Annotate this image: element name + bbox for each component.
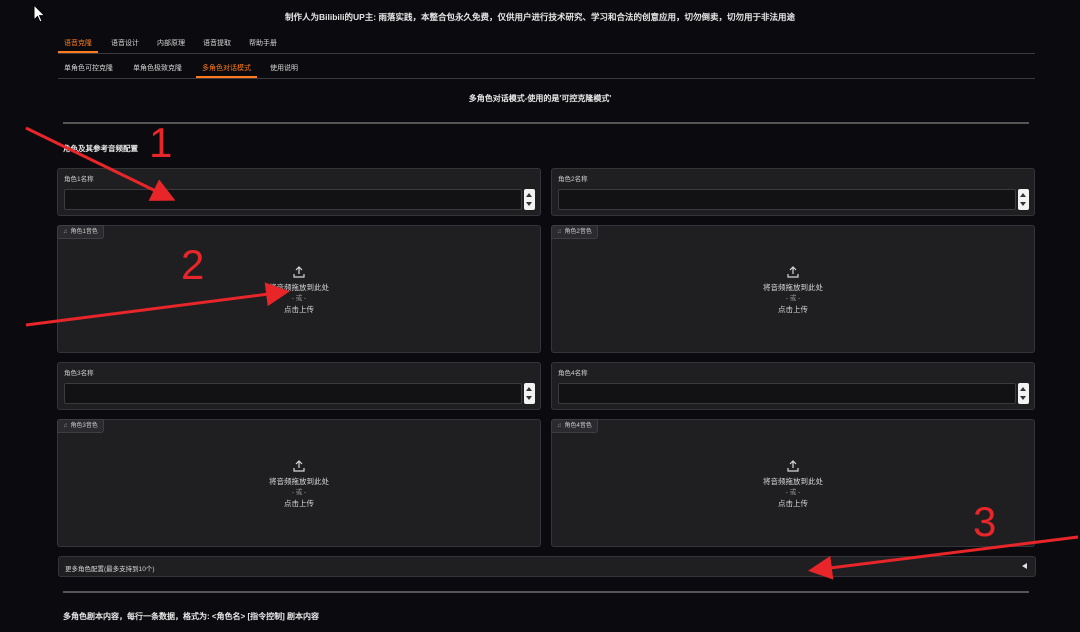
more-roles-label: 更多角色配置(最多支持到10个)	[65, 566, 155, 573]
role3-audio-upload[interactable]: ♫ 角色3音色 将音频拖放到此处 - 或 - 点击上传	[57, 419, 541, 547]
role1-audio-label: 角色1音色	[70, 229, 98, 235]
music-note-icon: ♫	[63, 229, 68, 235]
role1-name-label: 角色1名称	[64, 176, 94, 183]
role3-audio-label: 角色3音色	[70, 423, 98, 429]
music-note-icon: ♫	[63, 423, 68, 429]
click-upload-text[interactable]: 点击上传	[552, 498, 1034, 510]
or-text: - 或 -	[291, 489, 307, 496]
role4-audio-upload[interactable]: ♫ 角色4音色 将音频拖放到此处 - 或 - 点击上传	[551, 419, 1035, 547]
disclaimer-text: 制作人为Bilibili的UP主: 雨落实践，本整合包永久免费，仅供用户进行技术…	[284, 12, 795, 22]
music-note-icon: ♫	[557, 423, 562, 429]
tab-voice-design[interactable]: 语音设计	[105, 38, 145, 53]
role-config-label: 角色及其参考音频配置	[63, 144, 138, 153]
drop-text: 将音频拖放到此处	[763, 283, 823, 292]
role1-audio-tag: ♫ 角色1音色	[57, 225, 104, 239]
arrow-up-icon[interactable]	[1020, 387, 1026, 391]
tab-voice-clone[interactable]: 语音克隆	[58, 38, 98, 53]
role3-audio-tag: ♫ 角色3音色	[57, 419, 104, 433]
tab-single-controllable-clone[interactable]: 单角色可控克隆	[58, 63, 119, 78]
tab-multi-role-dialogue[interactable]: 多角色对话模式	[196, 63, 257, 78]
role1-name-panel: 角色1名称	[57, 168, 541, 216]
role3-name-label: 角色3名称	[64, 370, 94, 377]
tab-help-manual[interactable]: 帮助手册	[243, 38, 283, 53]
or-text: - 或 -	[785, 295, 801, 302]
role4-name-input[interactable]	[558, 383, 1016, 404]
role4-audio-label: 角色4音色	[564, 423, 592, 429]
role2-name-input[interactable]	[558, 189, 1016, 210]
role2-audio-tag: ♫ 角色2音色	[551, 225, 598, 239]
divider	[63, 122, 1029, 124]
arrow-up-icon[interactable]	[1020, 193, 1026, 197]
script-content-label: 多角色剧本内容，每行一条数据，格式为: <角色名> [指令控制] 剧本内容	[63, 612, 320, 621]
role3-name-panel: 角色3名称	[57, 362, 541, 410]
or-text: - 或 -	[291, 295, 307, 302]
arrow-down-icon[interactable]	[526, 396, 532, 400]
drop-text: 将音频拖放到此处	[269, 477, 329, 486]
role1-name-input[interactable]	[64, 189, 522, 210]
section-title: 多角色对话模式-使用的是'可控克隆模式'	[468, 94, 612, 103]
click-upload-text[interactable]: 点击上传	[58, 304, 540, 316]
arrow-down-icon[interactable]	[526, 202, 532, 206]
role3-name-scroll-stepper[interactable]	[524, 383, 535, 404]
role2-name-scroll-stepper[interactable]	[1018, 189, 1029, 210]
sub-tab-bar: 单角色可控克隆 单角色极致克隆 多角色对话模式 使用说明	[58, 60, 1035, 79]
tab-usage-instructions[interactable]: 使用说明	[264, 63, 304, 78]
upload-dropzone[interactable]: 将音频拖放到此处 - 或 - 点击上传	[552, 460, 1034, 510]
role4-name-label: 角色4名称	[558, 370, 588, 377]
divider	[63, 591, 1029, 593]
click-upload-text[interactable]: 点击上传	[552, 304, 1034, 316]
main-tab-bar: 语音克隆 语音设计 内部原理 语音提取 帮助手册	[58, 35, 1035, 54]
caret-left-icon[interactable]	[1022, 563, 1027, 569]
drop-text: 将音频拖放到此处	[269, 283, 329, 292]
role2-name-label: 角色2名称	[558, 176, 588, 183]
upload-icon	[787, 460, 799, 472]
role4-name-panel: 角色4名称	[551, 362, 1035, 410]
role1-name-scroll-stepper[interactable]	[524, 189, 535, 210]
click-upload-text[interactable]: 点击上传	[58, 498, 540, 510]
drop-text: 将音频拖放到此处	[763, 477, 823, 486]
upload-dropzone[interactable]: 将音频拖放到此处 - 或 - 点击上传	[58, 460, 540, 510]
upload-dropzone[interactable]: 将音频拖放到此处 - 或 - 点击上传	[58, 266, 540, 316]
upload-icon	[293, 460, 305, 472]
tab-internals[interactable]: 内部原理	[151, 38, 191, 53]
role2-audio-label: 角色2音色	[564, 229, 592, 235]
upload-icon	[293, 266, 305, 278]
annotation-number: 2	[181, 241, 205, 288]
annotation-number: 1	[149, 119, 173, 166]
arrow-down-icon[interactable]	[1020, 202, 1026, 206]
role2-name-panel: 角色2名称	[551, 168, 1035, 216]
music-note-icon: ♫	[557, 229, 562, 235]
arrow-up-icon[interactable]	[526, 387, 532, 391]
more-roles-accordion[interactable]: 更多角色配置(最多支持到10个)	[58, 556, 1036, 577]
tab-single-extreme-clone[interactable]: 单角色极致克隆	[127, 63, 188, 78]
role2-audio-upload[interactable]: ♫ 角色2音色 将音频拖放到此处 - 或 - 点击上传	[551, 225, 1035, 353]
tab-voice-extract[interactable]: 语音提取	[197, 38, 237, 53]
role4-audio-tag: ♫ 角色4音色	[551, 419, 598, 433]
upload-dropzone[interactable]: 将音频拖放到此处 - 或 - 点击上传	[552, 266, 1034, 316]
role4-name-scroll-stepper[interactable]	[1018, 383, 1029, 404]
arrow-up-icon[interactable]	[526, 193, 532, 197]
annotation-number: 3	[973, 498, 997, 545]
role1-audio-upload[interactable]: ♫ 角色1音色 将音频拖放到此处 - 或 - 点击上传	[57, 225, 541, 353]
role3-name-input[interactable]	[64, 383, 522, 404]
upload-icon	[787, 266, 799, 278]
or-text: - 或 -	[785, 489, 801, 496]
arrow-down-icon[interactable]	[1020, 396, 1026, 400]
